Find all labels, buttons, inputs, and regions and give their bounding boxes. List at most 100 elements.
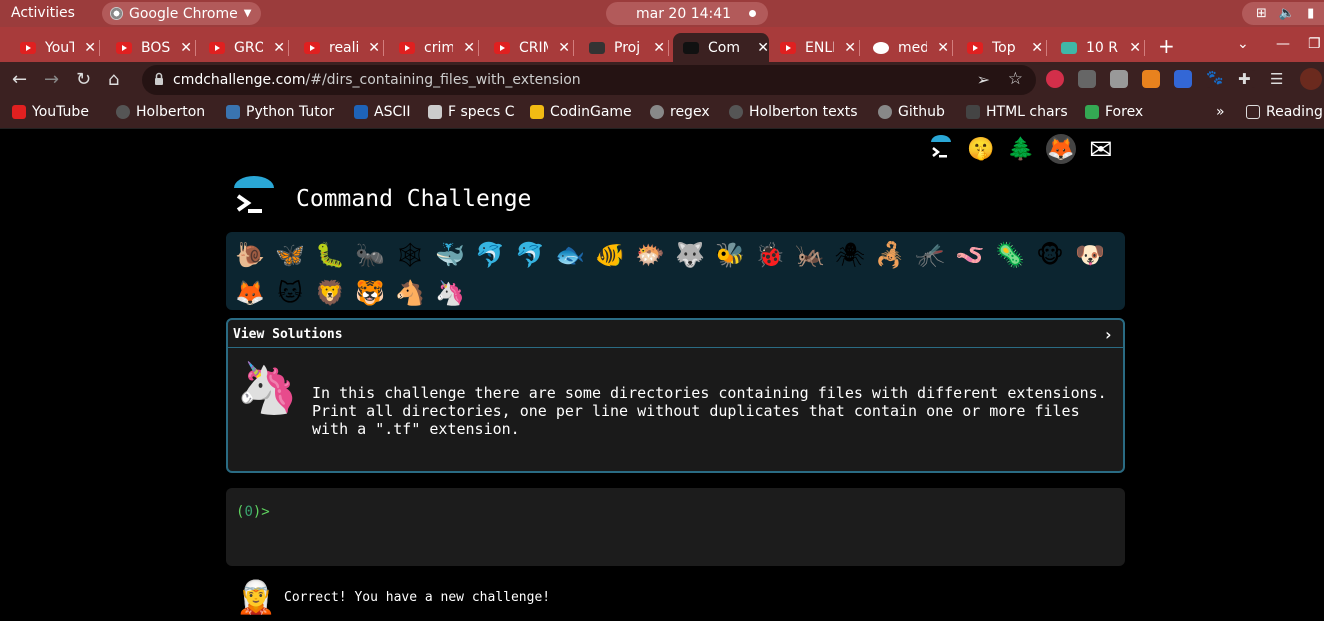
challenge-emoji-icon[interactable]: 🐳 xyxy=(430,236,470,274)
challenge-emoji-icon[interactable]: 🦗 xyxy=(790,236,830,274)
challenge-emoji-icon[interactable]: 🦄 xyxy=(430,274,470,312)
challenge-emoji-icon[interactable]: 🦁 xyxy=(310,274,350,312)
gitlab-icon[interactable]: 🦊 xyxy=(1046,134,1076,164)
bookmark-item[interactable]: Github xyxy=(878,104,945,120)
challenge-emoji-icon[interactable]: 🐞 xyxy=(750,236,790,274)
close-icon[interactable]: ✕ xyxy=(84,40,96,56)
shush-face-icon[interactable]: 🤫 xyxy=(966,134,996,164)
metamask-icon[interactable] xyxy=(1142,70,1160,88)
reload-icon[interactable]: ↻ xyxy=(76,69,91,90)
mail-icon[interactable]: ✉ xyxy=(1086,133,1116,166)
challenge-emoji-icon[interactable]: 🦋 xyxy=(270,236,310,274)
browser-tab[interactable]: crim ✕ xyxy=(389,33,479,62)
challenge-emoji-icon[interactable]: 🐴 xyxy=(390,274,430,312)
browser-tab[interactable]: 10 R ✕ xyxy=(1051,33,1145,62)
challenge-emoji-icon[interactable]: 🕸 xyxy=(390,236,430,274)
browser-tab[interactable]: CRIM ✕ xyxy=(484,33,574,62)
send-to-devices-icon[interactable]: ➢ xyxy=(977,70,990,89)
challenge-emoji-icon[interactable]: 🐛 xyxy=(310,236,350,274)
challenge-emoji-icon[interactable]: 🐶 xyxy=(1070,236,1110,274)
browser-tab[interactable]: YouTube ✕ xyxy=(10,33,100,62)
challenge-emoji-icon[interactable]: 🐌 xyxy=(230,236,270,274)
restore-button[interactable]: ❐ xyxy=(1308,36,1321,52)
challenge-emoji-icon[interactable]: 🦠 xyxy=(990,236,1030,274)
challenge-emoji-icon[interactable]: 🦟 xyxy=(910,236,950,274)
bookmark-item[interactable]: HTML chars xyxy=(966,104,1068,120)
social-links: 🤫 🌲 🦊 ✉ xyxy=(926,133,1116,166)
new-tab-button[interactable]: + xyxy=(1158,34,1175,58)
puzzle-icon[interactable]: ✚ xyxy=(1238,70,1256,88)
challenge-emoji-icon[interactable]: 🐝 xyxy=(710,236,750,274)
view-solutions-toggle[interactable]: View Solutions › xyxy=(228,320,1123,348)
close-icon[interactable]: ✕ xyxy=(937,40,949,56)
bookmarks-overflow-icon[interactable]: » xyxy=(1216,104,1225,120)
challenge-emoji-icon[interactable]: 🐡 xyxy=(630,236,670,274)
extension-icon[interactable] xyxy=(1110,70,1128,88)
forward-icon[interactable]: → xyxy=(44,69,59,90)
minimize-button[interactable]: — xyxy=(1276,36,1290,52)
reading-list[interactable]: Reading xyxy=(1246,104,1323,120)
challenge-emoji-icon[interactable]: 🐬 xyxy=(510,236,550,274)
browser-tab[interactable]: Top ✕ xyxy=(957,33,1047,62)
bookmark-item[interactable]: Holberton texts xyxy=(729,104,858,120)
challenge-emoji-icon[interactable]: 🐱 xyxy=(270,274,310,312)
app-menu[interactable]: Google Chrome ▼ xyxy=(102,2,262,25)
browser-tab[interactable]: GRO ✕ xyxy=(199,33,289,62)
terminal-input[interactable]: (0)> xyxy=(226,488,1125,566)
challenge-emoji-icon[interactable]: 🦂 xyxy=(870,236,910,274)
tab-search-icon[interactable]: ⌄ xyxy=(1237,36,1249,52)
close-icon[interactable]: ✕ xyxy=(273,40,285,56)
close-icon[interactable]: ✕ xyxy=(844,40,856,56)
browser-tab[interactable]: ENLI ✕ xyxy=(770,33,860,62)
paw-icon[interactable]: 🐾 xyxy=(1206,70,1224,88)
close-icon[interactable]: ✕ xyxy=(1129,40,1141,56)
challenge-emoji-icon[interactable]: 🐵 xyxy=(1030,236,1070,274)
bookmark-item[interactable]: Forex xyxy=(1085,104,1143,120)
challenge-emoji-icon[interactable]: 🕷 xyxy=(830,236,870,274)
adblock-icon[interactable] xyxy=(1046,70,1064,88)
tab-title: ENLI xyxy=(805,39,835,56)
challenge-emoji-icon[interactable]: 🐺 xyxy=(670,236,710,274)
tree-icon[interactable]: 🌲 xyxy=(1006,134,1036,164)
challenge-emoji-icon[interactable]: 🐜 xyxy=(350,236,390,274)
bookmark-item[interactable]: Python Tutor xyxy=(226,104,334,120)
bookmark-item[interactable]: YouTube xyxy=(12,104,89,120)
close-icon[interactable]: ✕ xyxy=(558,40,570,56)
challenge-emoji-icon[interactable]: 🪱 xyxy=(950,236,990,274)
bookmark-item[interactable]: ASCII xyxy=(354,104,411,120)
avatar[interactable] xyxy=(1300,68,1322,90)
close-icon[interactable]: ✕ xyxy=(757,40,769,56)
challenge-emoji-icon[interactable]: 🐬 xyxy=(470,236,510,274)
bookmark-star-icon[interactable]: ☆ xyxy=(1008,69,1023,89)
cmdchallenge-link-icon[interactable] xyxy=(926,134,956,164)
activities-button[interactable]: Activities xyxy=(11,5,75,21)
extension-icon[interactable] xyxy=(1174,70,1192,88)
clock[interactable]: mar 20 14:41 xyxy=(606,2,769,25)
close-icon[interactable]: ✕ xyxy=(180,40,192,56)
close-icon[interactable]: ✕ xyxy=(463,40,475,56)
home-icon[interactable]: ⌂ xyxy=(108,69,119,90)
challenge-emoji-icon[interactable]: 🦊 xyxy=(230,274,270,312)
browser-tab[interactable]: BOS ✕ xyxy=(106,33,196,62)
challenge-emoji-icon[interactable]: 🐠 xyxy=(590,236,630,274)
close-icon[interactable]: ✕ xyxy=(368,40,380,56)
tab-title: Proj xyxy=(614,39,641,56)
address-bar[interactable]: cmdchallenge.com/#/dirs_containing_files… xyxy=(142,65,1036,95)
youtube-icon xyxy=(780,41,796,54)
browser-tab[interactable]: Proj ✕ xyxy=(579,33,669,62)
bookmark-item[interactable]: Holberton xyxy=(116,104,205,120)
close-icon[interactable]: ✕ xyxy=(1031,40,1043,56)
close-icon[interactable]: ✕ xyxy=(653,40,665,56)
bookmark-item[interactable]: CodinGame xyxy=(530,104,632,120)
browser-tab[interactable]: reali ✕ xyxy=(294,33,384,62)
browser-tab[interactable]: med ✕ xyxy=(863,33,953,62)
challenge-emoji-icon[interactable]: 🐯 xyxy=(350,274,390,312)
system-menu[interactable]: ⊞ 🔈 ▮ xyxy=(1242,2,1324,25)
extension-icon[interactable] xyxy=(1078,70,1096,88)
browser-tab[interactable]: Com ✕ xyxy=(673,33,769,62)
bookmark-item[interactable]: regex xyxy=(650,104,710,120)
challenge-emoji-icon[interactable]: 🐟 xyxy=(550,236,590,274)
back-icon[interactable]: ← xyxy=(12,69,27,90)
playlist-icon[interactable]: ☰ xyxy=(1270,70,1288,88)
bookmark-item[interactable]: F specs C xyxy=(428,104,515,120)
